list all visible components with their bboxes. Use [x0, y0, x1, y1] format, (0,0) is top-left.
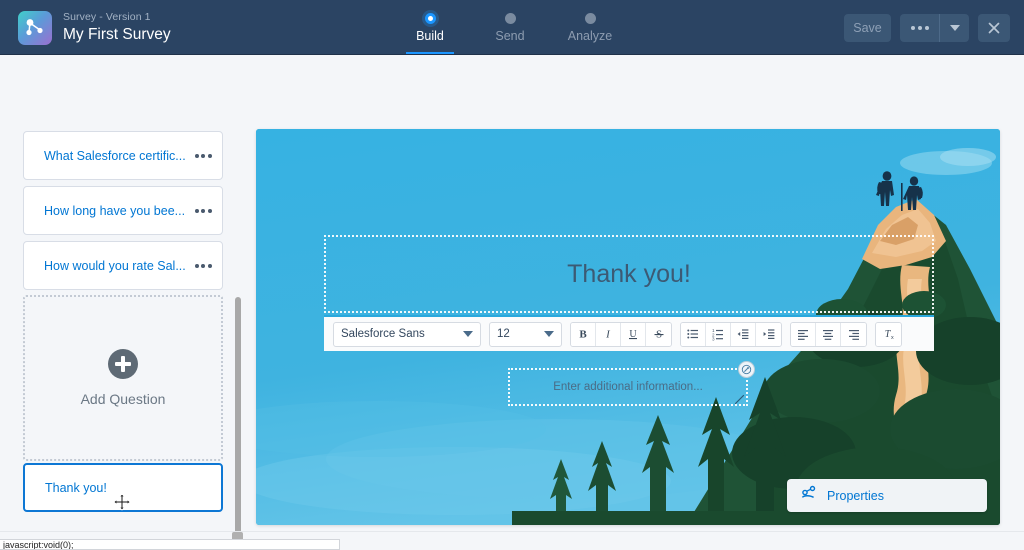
- align-left-icon[interactable]: [791, 323, 816, 346]
- ellipsis-icon[interactable]: [192, 264, 222, 268]
- brand: Survey - Version 1 My First Survey: [0, 11, 171, 45]
- survey-canvas: Thank you! Salesforce Sans 12 B I U: [256, 129, 1000, 525]
- nav-tab-analyze[interactable]: Analyze: [550, 0, 630, 55]
- question-card-1[interactable]: What Salesforce certific...: [23, 131, 223, 180]
- close-icon[interactable]: [978, 14, 1010, 42]
- more-actions-group: [900, 14, 969, 42]
- text-style-group: B I U S: [570, 322, 672, 347]
- chevron-down-icon[interactable]: [940, 14, 969, 42]
- align-center-icon[interactable]: [816, 323, 841, 346]
- chevron-down-icon: [544, 331, 554, 337]
- font-family-value: Salesforce Sans: [341, 328, 425, 340]
- question-card-2[interactable]: How long have you bee...: [23, 186, 223, 235]
- remove-formatting-icon[interactable]: T x: [876, 323, 901, 346]
- align-right-icon[interactable]: [841, 323, 866, 346]
- nav-tab-build[interactable]: Build: [390, 0, 470, 55]
- nav-tab-build-label: Build: [416, 29, 444, 43]
- survey-app-icon: [18, 11, 52, 45]
- chevron-down-icon: [463, 331, 473, 337]
- nav-tab-analyze-label: Analyze: [568, 29, 612, 43]
- properties-button[interactable]: Properties: [787, 479, 987, 512]
- thank-you-card-label: Thank you!: [25, 481, 107, 495]
- question-card-label: How long have you bee...: [24, 204, 192, 218]
- ellipsis-icon[interactable]: [192, 154, 222, 158]
- nav-tab-send-label: Send: [495, 29, 524, 43]
- header-actions: Save: [844, 0, 1010, 55]
- svg-text:I: I: [605, 329, 611, 341]
- numbered-list-icon[interactable]: 1 2 3: [706, 323, 731, 346]
- sidebar-scrollbar[interactable]: [235, 297, 241, 531]
- thank-you-text-block[interactable]: Thank you!: [324, 235, 934, 313]
- thank-you-heading: Thank you!: [567, 260, 691, 289]
- italic-icon[interactable]: I: [596, 323, 621, 346]
- thank-you-card[interactable]: Thank you!: [23, 463, 223, 512]
- nav-tab-send[interactable]: Send: [470, 0, 550, 55]
- settings-badge-icon[interactable]: [738, 361, 755, 378]
- indent-icon[interactable]: [756, 323, 781, 346]
- page-title: My First Survey: [63, 26, 171, 43]
- ellipsis-icon[interactable]: [192, 209, 222, 213]
- link-status-tooltip: javascript:void(0);: [0, 539, 340, 550]
- properties-label: Properties: [827, 489, 884, 503]
- save-button[interactable]: Save: [844, 14, 891, 42]
- remove-formatting-group: T x: [875, 322, 902, 347]
- svg-text:3: 3: [712, 336, 715, 341]
- nodes-icon: [801, 485, 817, 506]
- add-question-label: Add Question: [81, 391, 166, 407]
- list-indent-group: 1 2 3: [680, 322, 782, 347]
- main-nav: Build Send Analyze: [390, 0, 630, 55]
- builder-toolbar: Preview Activate: [0, 55, 1024, 119]
- font-size-value: 12: [497, 328, 510, 340]
- question-sidebar: What Salesforce certific... How long hav…: [0, 119, 245, 531]
- question-card-label: How would you rate Sal...: [24, 259, 192, 273]
- svg-text:x: x: [891, 335, 894, 341]
- rich-text-toolbar: Salesforce Sans 12 B I U S: [324, 315, 934, 351]
- dot-icon: [505, 13, 516, 24]
- font-size-select[interactable]: 12: [489, 322, 562, 347]
- app-header: Survey - Version 1 My First Survey Build…: [0, 0, 1024, 55]
- outdent-icon[interactable]: [731, 323, 756, 346]
- dot-icon: [585, 13, 596, 24]
- strikethrough-icon[interactable]: S: [646, 323, 671, 346]
- question-card-3[interactable]: How would you rate Sal...: [23, 241, 223, 290]
- svg-text:B: B: [579, 329, 587, 341]
- resize-handle-icon[interactable]: [734, 392, 745, 403]
- bulleted-list-icon[interactable]: [681, 323, 706, 346]
- ellipsis-icon[interactable]: [900, 14, 940, 42]
- add-question-button[interactable]: Add Question: [23, 295, 223, 461]
- survey-builder-app: Survey - Version 1 My First Survey Build…: [0, 0, 1024, 550]
- underline-icon[interactable]: U: [621, 323, 646, 346]
- alignment-group: [790, 322, 867, 347]
- header-subtitle: Survey - Version 1: [63, 12, 171, 24]
- plus-circle-icon: [108, 349, 138, 379]
- question-card-label: What Salesforce certific...: [24, 149, 192, 163]
- filled-dot-icon: [425, 13, 436, 24]
- font-family-select[interactable]: Salesforce Sans: [333, 322, 481, 347]
- additional-info-placeholder: Enter additional information...: [553, 381, 703, 393]
- bold-icon[interactable]: B: [571, 323, 596, 346]
- additional-info-field[interactable]: Enter additional information...: [508, 368, 748, 406]
